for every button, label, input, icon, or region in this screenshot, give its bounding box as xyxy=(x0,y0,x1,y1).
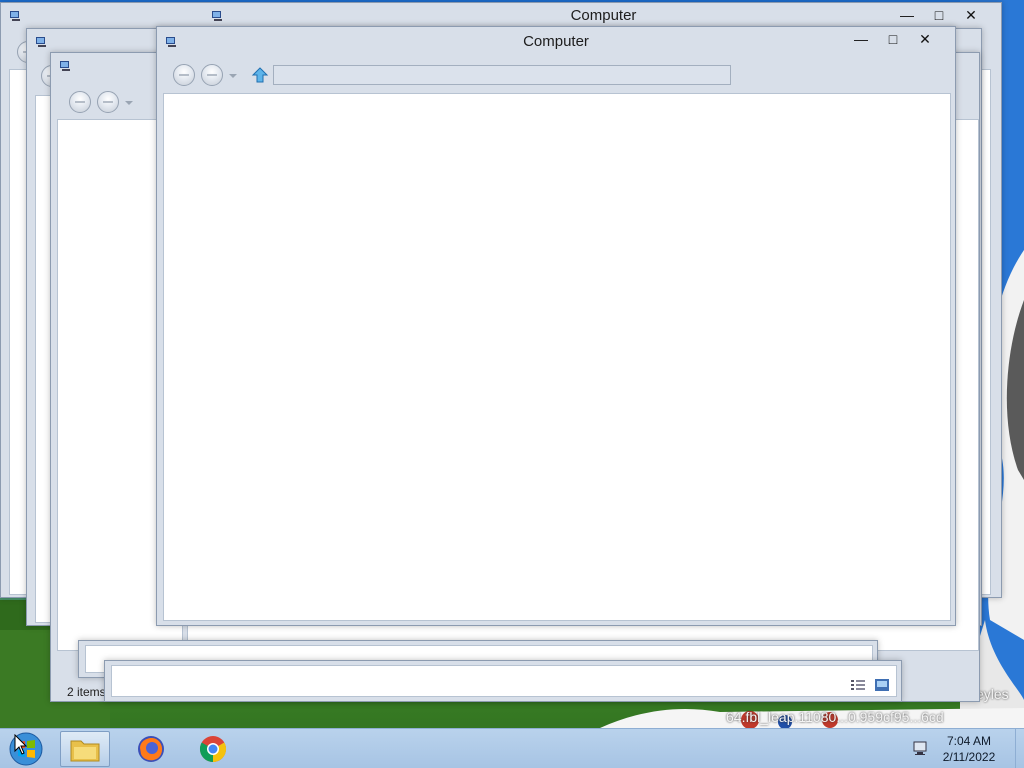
computer-icon xyxy=(36,37,46,47)
recent-pages-dropdown[interactable] xyxy=(229,74,237,78)
content-pane xyxy=(163,93,951,621)
window-controls: — □ ✕ xyxy=(845,29,941,49)
large-icons-view-icon[interactable] xyxy=(875,679,889,691)
back-button[interactable] xyxy=(173,64,195,86)
folder-icon xyxy=(70,740,100,762)
network-icon[interactable] xyxy=(912,739,930,757)
clock[interactable]: 7:04 AM 2/11/2022 xyxy=(934,733,1004,765)
chrome-icon xyxy=(199,736,227,763)
explorer-window-strip-2[interactable] xyxy=(104,660,902,702)
maximize-button[interactable]: □ xyxy=(923,5,955,25)
mouse-cursor-icon xyxy=(14,734,28,755)
taskbar-windows-explorer[interactable] xyxy=(60,731,110,767)
address-bar[interactable] xyxy=(273,65,731,85)
explorer-window-front[interactable]: Computer — □ ✕ xyxy=(156,26,956,626)
firefox-icon xyxy=(138,736,164,762)
maximize-button[interactable]: □ xyxy=(877,29,909,49)
minimize-button[interactable]: — xyxy=(845,29,877,49)
desktop: eyles 64.fbl_leap.11080...0.959cf95...6c… xyxy=(0,0,1024,768)
details-view-icon[interactable] xyxy=(851,679,865,691)
title-bar[interactable]: Computer — □ ✕ xyxy=(157,27,955,57)
forward-button[interactable] xyxy=(201,64,223,86)
window-title: Computer xyxy=(570,7,637,24)
taskbar: 7:04 AM 2/11/2022 xyxy=(0,728,1024,768)
clock-date: 2/11/2022 xyxy=(942,750,996,764)
show-desktop-button[interactable] xyxy=(1015,729,1024,768)
taskbar-firefox[interactable] xyxy=(126,731,176,767)
taskbar-chrome[interactable] xyxy=(188,731,238,767)
window-title: Computer xyxy=(523,33,589,50)
up-arrow-icon[interactable] xyxy=(251,66,269,84)
computer-icon xyxy=(10,11,20,21)
back-button[interactable] xyxy=(69,91,91,113)
close-button[interactable]: ✕ xyxy=(955,5,987,25)
wallpaper-text: eyles xyxy=(976,686,1009,702)
content-pane xyxy=(111,665,897,697)
window-controls: — □ ✕ xyxy=(891,5,987,25)
clock-time: 7:04 AM xyxy=(946,734,992,748)
close-button[interactable]: ✕ xyxy=(909,29,941,49)
minimize-button[interactable]: — xyxy=(891,5,923,25)
recent-pages-dropdown[interactable] xyxy=(125,101,133,105)
computer-icon xyxy=(60,61,70,71)
forward-button[interactable] xyxy=(97,91,119,113)
wallpaper-text: 64.fbl_leap.11080...0.959cf95...6cd xyxy=(726,709,944,725)
status-item-count: 2 items xyxy=(67,685,106,699)
